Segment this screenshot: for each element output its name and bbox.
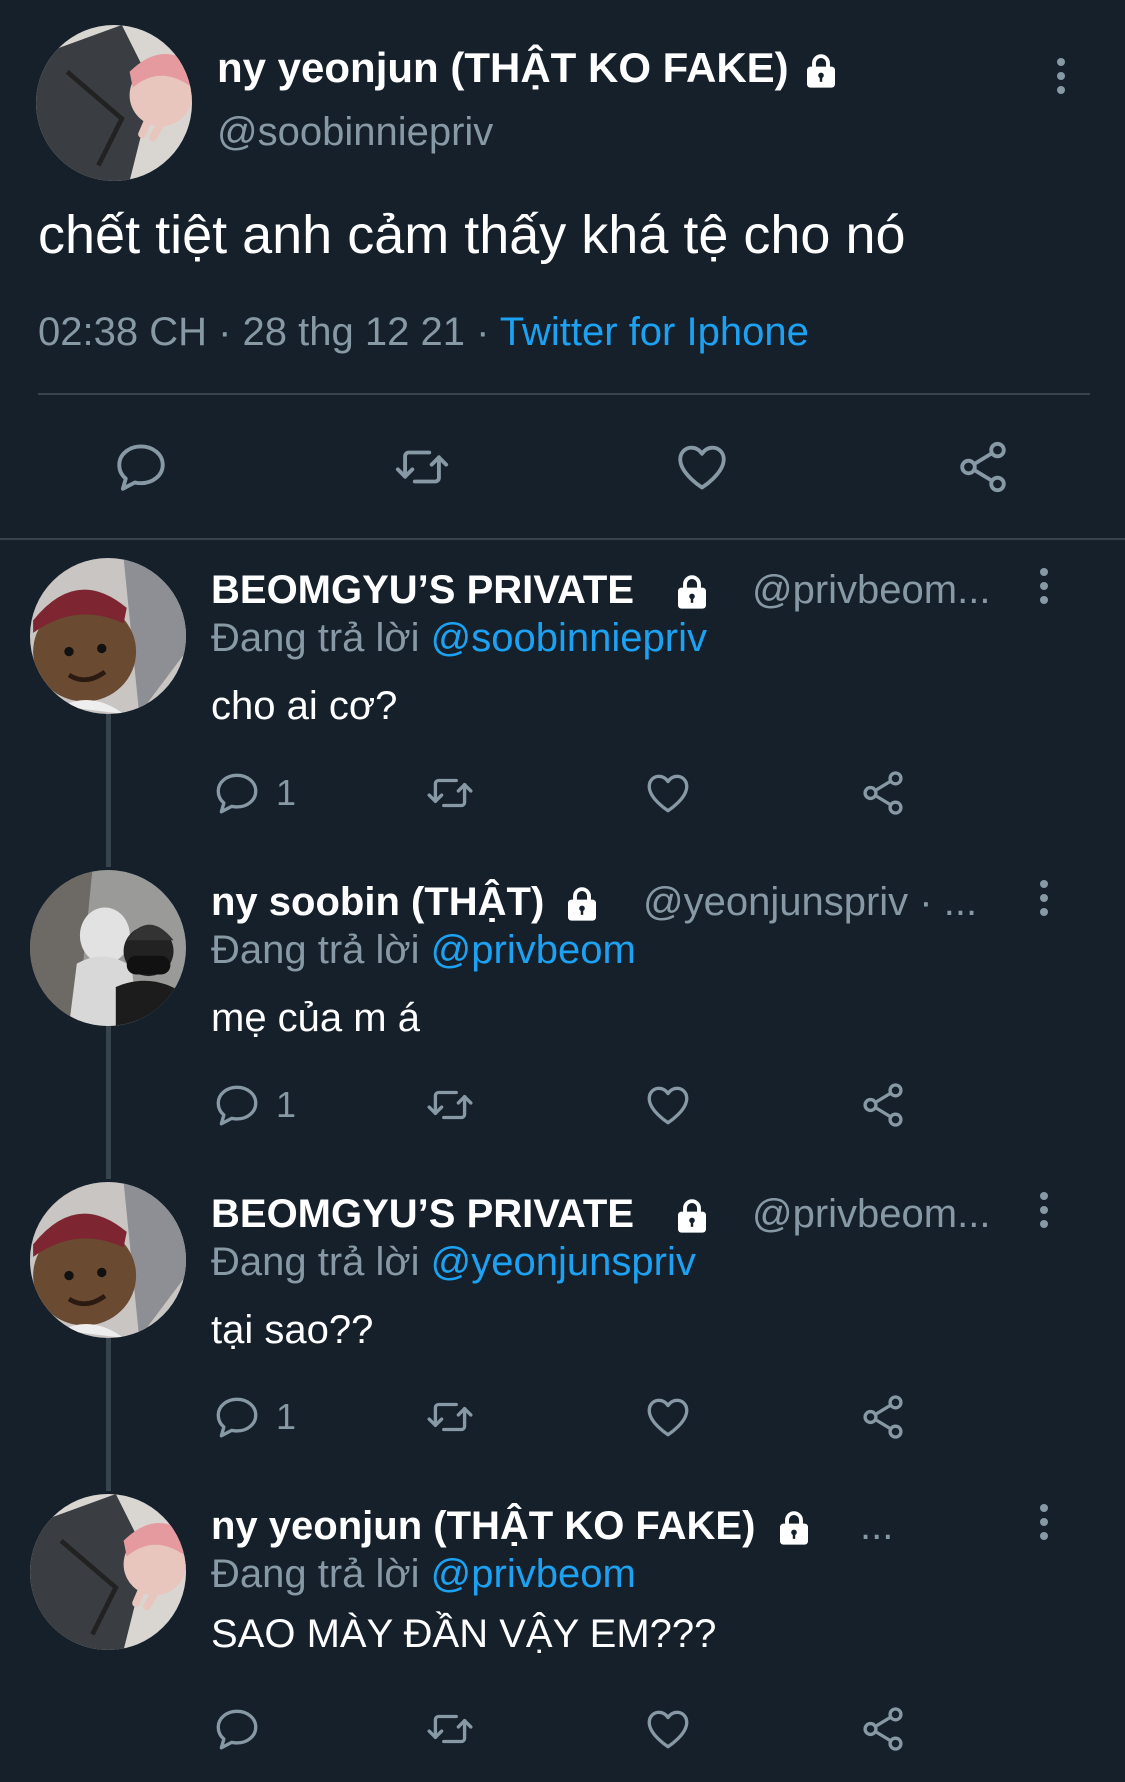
share-icon: [858, 768, 908, 818]
author-name-text: ny yeonjun (THẬT KO FAKE): [217, 44, 789, 91]
author-handle[interactable]: ...: [860, 1504, 893, 1549]
heart-icon: [643, 1392, 693, 1442]
share-icon: [858, 1704, 908, 1754]
lock-icon: [671, 571, 713, 613]
replying-to: Đang trả lời @privbeom: [211, 1552, 636, 1597]
share-icon: [858, 1080, 908, 1130]
replying-to: Đang trả lời @yeonjunspriv: [211, 1240, 696, 1285]
lock-icon: [671, 1195, 713, 1237]
author-handle[interactable]: @privbeom...: [752, 1192, 990, 1237]
reply-tweet[interactable]: ny yeonjun (THẬT KO FAKE) ... Đang trả l…: [0, 1476, 1125, 1782]
retweet-icon: [422, 1080, 478, 1130]
reply-button[interactable]: [212, 1704, 262, 1754]
reply-icon: [212, 1080, 262, 1130]
more-options-icon[interactable]: [1038, 1192, 1050, 1234]
more-options-icon[interactable]: [1055, 58, 1067, 100]
heart-icon: [643, 1704, 693, 1754]
author-name[interactable]: BEOMGYU’S PRIVATE: [211, 1192, 713, 1237]
tweet-source-link[interactable]: Twitter for Iphone: [500, 310, 809, 354]
replying-label: Đang trả lời: [211, 616, 420, 660]
share-button[interactable]: [858, 1704, 908, 1754]
replying-to: Đang trả lời @privbeom: [211, 928, 636, 973]
like-button[interactable]: [673, 438, 731, 496]
replying-to-handle[interactable]: @privbeom: [431, 1552, 636, 1596]
author-avatar[interactable]: [30, 558, 186, 714]
retweet-button[interactable]: [422, 1704, 478, 1754]
reply-count: 1: [276, 1084, 297, 1125]
retweet-icon: [422, 1392, 478, 1442]
heart-icon: [673, 438, 731, 496]
reply-tweet[interactable]: ny soobin (THẬT) @yeonjunspriv · ... Đan…: [0, 852, 1125, 1164]
like-button[interactable]: [643, 1704, 693, 1754]
replying-to-handle[interactable]: @soobinniepriv: [431, 616, 707, 660]
share-button[interactable]: [858, 1080, 908, 1130]
tweet-text: tại sao??: [211, 1308, 374, 1352]
tweet-text: cho ai cơ?: [211, 684, 398, 728]
retweet-icon: [422, 1704, 478, 1754]
author-name[interactable]: BEOMGYU’S PRIVATE: [211, 568, 713, 613]
heart-icon: [643, 768, 693, 818]
author-name-text: ny soobin (THẬT): [211, 880, 545, 924]
divider: [38, 393, 1090, 395]
share-button[interactable]: [954, 438, 1012, 496]
retweet-button[interactable]: [422, 768, 478, 818]
reply-icon: [212, 768, 262, 818]
like-button[interactable]: [643, 1392, 693, 1442]
lock-icon: [773, 1507, 815, 1549]
more-options-icon[interactable]: [1038, 880, 1050, 922]
tweet-text: chết tiệt anh cảm thấy khá tệ cho nó: [38, 205, 906, 265]
reply-icon: [212, 1704, 262, 1754]
retweet-icon: [389, 438, 455, 496]
reply-tweet[interactable]: BEOMGYU’S PRIVATE @privbeom... Đang trả …: [0, 1164, 1125, 1476]
replying-to: Đang trả lời @soobinniepriv: [211, 616, 707, 661]
author-name[interactable]: ny yeonjun (THẬT KO FAKE): [217, 44, 842, 92]
tweet-text: SAO MÀY ĐẦN VẬY EM???: [211, 1612, 717, 1656]
replying-to-handle[interactable]: @yeonjunspriv: [431, 1240, 696, 1284]
reply-button[interactable]: 1: [212, 768, 296, 818]
replying-label: Đang trả lời: [211, 928, 420, 972]
author-avatar[interactable]: [30, 1494, 186, 1650]
retweet-button[interactable]: [422, 1080, 478, 1130]
replying-label: Đang trả lời: [211, 1552, 420, 1596]
reply-button[interactable]: [112, 438, 170, 496]
reply-count: 1: [276, 1396, 297, 1437]
author-name[interactable]: ny yeonjun (THẬT KO FAKE): [211, 1504, 815, 1549]
main-tweet: ny yeonjun (THẬT KO FAKE) @soobinniepriv…: [0, 0, 1125, 540]
tweet-meta: 02:38 CH · 28 thg 12 21 · Twitter for Ip…: [38, 310, 809, 355]
reply-tweet[interactable]: BEOMGYU’S PRIVATE @privbeom... Đang trả …: [0, 540, 1125, 852]
reply-icon: [112, 438, 170, 496]
reply-icon: [212, 1392, 262, 1442]
author-name[interactable]: ny soobin (THẬT): [211, 880, 603, 925]
author-name-text: ny yeonjun (THẬT KO FAKE): [211, 1504, 756, 1548]
lock-icon: [800, 50, 842, 92]
more-options-icon[interactable]: [1038, 1504, 1050, 1546]
author-avatar[interactable]: [36, 25, 192, 181]
like-button[interactable]: [643, 1080, 693, 1130]
author-avatar[interactable]: [30, 1182, 186, 1338]
replying-label: Đang trả lời: [211, 1240, 420, 1284]
share-icon: [954, 438, 1012, 496]
tweet-timestamp: 02:38 CH · 28 thg 12 21 ·: [38, 310, 500, 354]
author-name-text: BEOMGYU’S PRIVATE: [211, 1192, 635, 1236]
author-avatar[interactable]: [30, 870, 186, 1026]
lock-icon: [561, 883, 603, 925]
share-button[interactable]: [858, 768, 908, 818]
like-button[interactable]: [643, 768, 693, 818]
share-button[interactable]: [858, 1392, 908, 1442]
reply-count: 1: [276, 772, 297, 813]
author-handle[interactable]: @privbeom...: [752, 568, 990, 613]
replying-to-handle[interactable]: @privbeom: [431, 928, 636, 972]
author-handle[interactable]: @yeonjunspriv · ...: [643, 880, 977, 925]
author-name-text: BEOMGYU’S PRIVATE: [211, 568, 635, 612]
tweet-text: mẹ của m á: [211, 996, 420, 1040]
reply-button[interactable]: 1: [212, 1080, 296, 1130]
retweet-button[interactable]: [389, 438, 455, 496]
retweet-button[interactable]: [422, 1392, 478, 1442]
retweet-icon: [422, 768, 478, 818]
reply-button[interactable]: 1: [212, 1392, 296, 1442]
author-handle[interactable]: @soobinniepriv: [217, 110, 493, 155]
share-icon: [858, 1392, 908, 1442]
more-options-icon[interactable]: [1038, 568, 1050, 610]
heart-icon: [643, 1080, 693, 1130]
